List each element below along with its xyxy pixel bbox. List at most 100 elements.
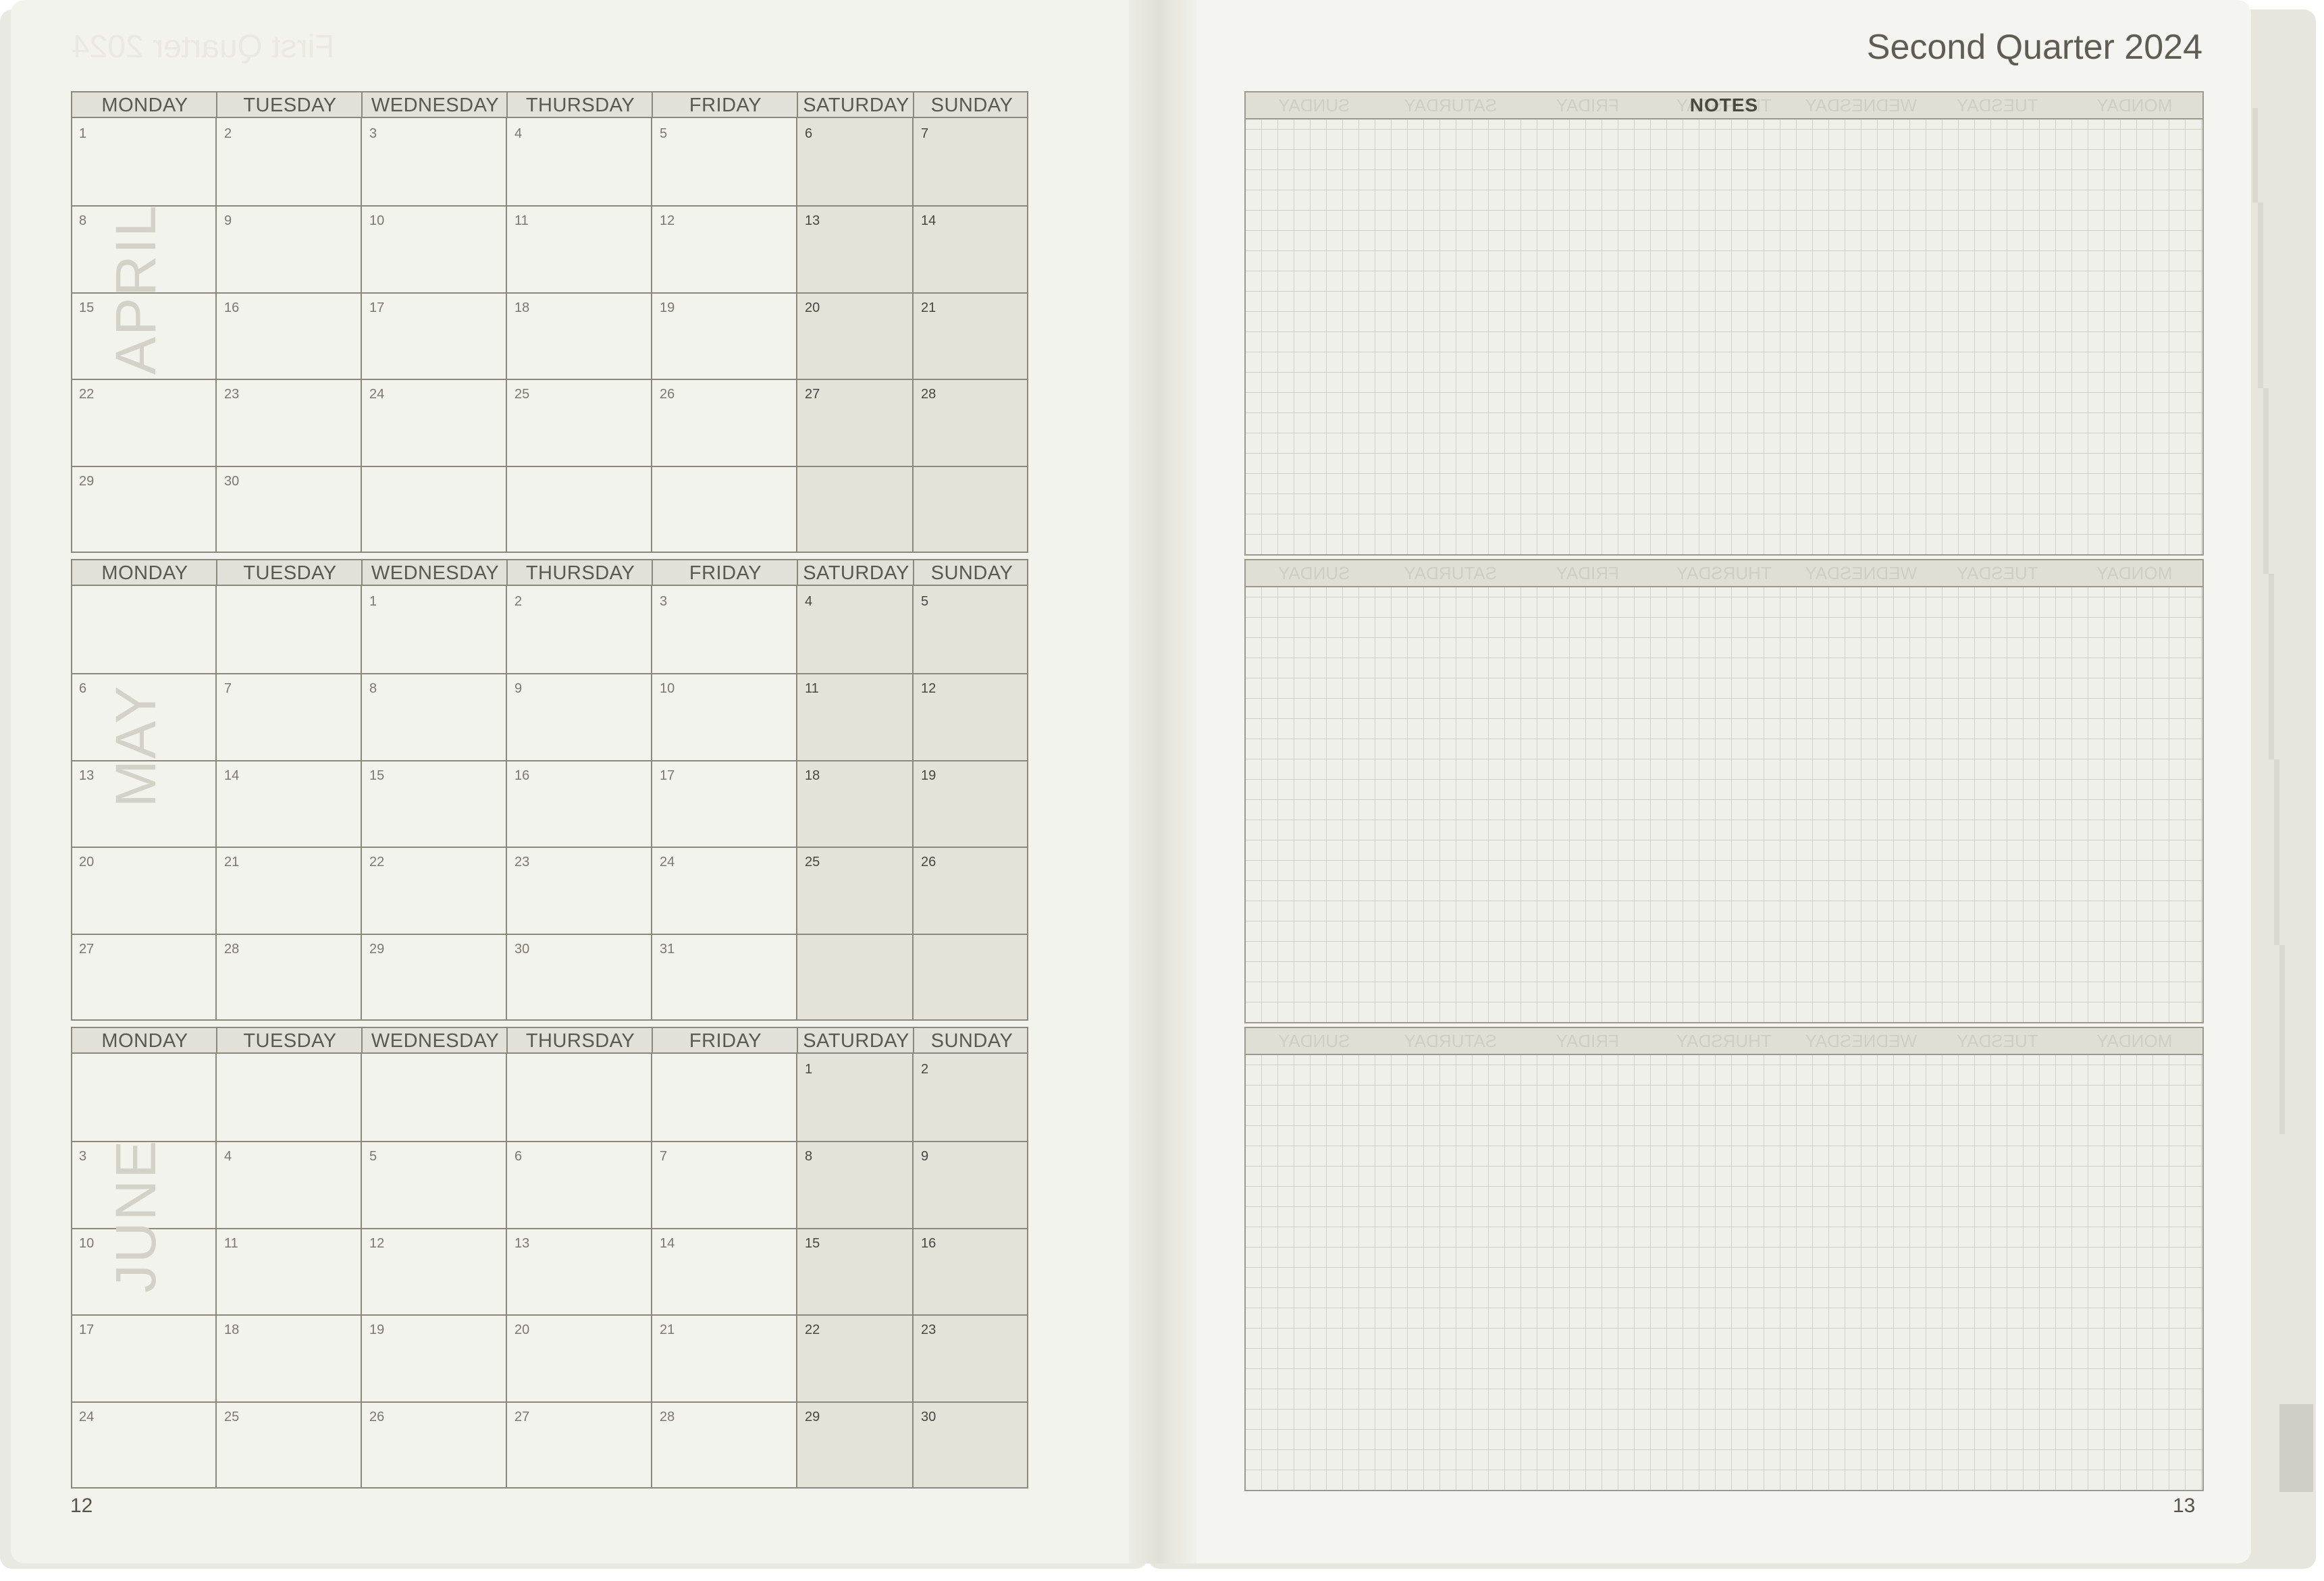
day-number[interactable]: 2 (224, 126, 232, 142)
day-number[interactable]: 17 (79, 1322, 94, 1338)
day-number[interactable]: 24 (79, 1410, 94, 1425)
day-number[interactable]: 14 (921, 213, 936, 229)
index-tab[interactable] (2252, 108, 2258, 203)
day-number[interactable]: 1 (369, 594, 377, 610)
dot-grid[interactable] (1244, 587, 2204, 1023)
day-number[interactable]: 19 (660, 300, 675, 316)
day-number[interactable]: 12 (921, 681, 936, 697)
index-tab[interactable] (2258, 203, 2263, 388)
day-number[interactable]: 19 (369, 1322, 384, 1338)
day-number[interactable]: 27 (79, 942, 94, 957)
day-number[interactable]: 3 (79, 1149, 86, 1164)
day-number[interactable]: 3 (660, 594, 667, 610)
index-tab[interactable] (2269, 574, 2274, 759)
day-number[interactable]: 25 (224, 1410, 239, 1425)
day-number[interactable]: 22 (805, 1322, 820, 1338)
day-number[interactable]: 27 (805, 387, 820, 402)
day-number[interactable]: 9 (921, 1149, 928, 1164)
day-number[interactable]: 8 (369, 681, 377, 697)
index-tab[interactable] (2274, 759, 2279, 945)
day-number[interactable]: 30 (224, 474, 239, 489)
day-number[interactable]: 19 (921, 768, 936, 784)
day-number[interactable]: 28 (660, 1410, 675, 1425)
day-number[interactable]: 21 (921, 300, 936, 316)
day-number[interactable]: 12 (369, 1236, 384, 1252)
day-number[interactable]: 27 (514, 1410, 529, 1425)
day-number[interactable]: 10 (660, 681, 675, 697)
day-number[interactable]: 28 (921, 387, 936, 402)
day-number[interactable]: 16 (224, 300, 239, 316)
day-number[interactable]: 1 (79, 126, 86, 142)
bookmark-ribbon[interactable] (2279, 1404, 2313, 1492)
index-tab[interactable] (2279, 945, 2285, 1134)
day-number[interactable]: 2 (514, 594, 522, 610)
day-number[interactable]: 8 (79, 213, 86, 229)
day-number[interactable]: 2 (921, 1062, 928, 1077)
day-number[interactable]: 5 (921, 594, 928, 610)
dot-grid[interactable] (1244, 1055, 2204, 1491)
day-number[interactable]: 25 (805, 855, 820, 870)
day-number[interactable]: 14 (660, 1236, 675, 1252)
day-number[interactable]: 18 (805, 768, 820, 784)
day-number[interactable]: 21 (224, 855, 239, 870)
day-number[interactable]: 7 (660, 1149, 667, 1164)
day-number[interactable]: 31 (660, 942, 675, 957)
day-number[interactable]: 26 (921, 855, 936, 870)
day-number[interactable]: 5 (660, 126, 667, 142)
index-tab[interactable] (2263, 388, 2269, 574)
day-number[interactable]: 29 (805, 1410, 820, 1425)
day-number[interactable]: 29 (79, 474, 94, 489)
day-number[interactable]: 20 (805, 300, 820, 316)
day-number[interactable]: 20 (79, 855, 94, 870)
notes-panel[interactable]: SUNDAY SATURDAY FRIDAY THURSDAY WEDNESDAY TUE… (1244, 559, 2204, 1023)
day-number[interactable]: 15 (369, 768, 384, 784)
day-number[interactable]: 9 (514, 681, 522, 697)
day-number[interactable]: 23 (921, 1322, 936, 1338)
day-number[interactable]: 28 (224, 942, 239, 957)
dot-grid[interactable] (1244, 119, 2204, 556)
day-number[interactable]: 12 (660, 213, 675, 229)
day-number[interactable]: 18 (514, 300, 529, 316)
day-number[interactable]: 20 (514, 1322, 529, 1338)
day-number[interactable]: 9 (224, 213, 232, 229)
day-number[interactable]: 13 (805, 213, 820, 229)
day-number[interactable]: 10 (79, 1236, 94, 1252)
day-number[interactable]: 30 (514, 942, 529, 957)
day-number[interactable]: 22 (79, 387, 94, 402)
day-number[interactable]: 6 (805, 126, 812, 142)
day-number[interactable]: 4 (514, 126, 522, 142)
day-number[interactable]: 23 (514, 855, 529, 870)
day-number[interactable]: 25 (514, 387, 529, 402)
day-number[interactable]: 4 (224, 1149, 232, 1164)
day-number[interactable]: 16 (921, 1236, 936, 1252)
day-number[interactable]: 11 (805, 681, 819, 697)
day-number[interactable]: 7 (921, 126, 928, 142)
day-number[interactable]: 6 (514, 1149, 522, 1164)
day-number[interactable]: 3 (369, 126, 377, 142)
day-number[interactable]: 13 (79, 768, 94, 784)
day-number[interactable]: 1 (805, 1062, 812, 1077)
day-number[interactable]: 15 (805, 1236, 820, 1252)
day-number[interactable]: 21 (660, 1322, 675, 1338)
day-number[interactable]: 24 (369, 387, 384, 402)
day-number[interactable]: 7 (224, 681, 232, 697)
day-number[interactable]: 17 (660, 768, 675, 784)
day-number[interactable]: 29 (369, 942, 384, 957)
day-number[interactable]: 26 (660, 387, 675, 402)
day-number[interactable]: 11 (514, 213, 529, 229)
day-number[interactable]: 11 (224, 1236, 238, 1252)
day-number[interactable]: 26 (369, 1410, 384, 1425)
notes-panel[interactable]: SUNDAY SATURDAY FRIDAY THURSDAY WEDNESDAY TUE… (1244, 1027, 2204, 1491)
day-number[interactable]: 18 (224, 1322, 239, 1338)
day-number[interactable]: 23 (224, 387, 239, 402)
day-number[interactable]: 17 (369, 300, 384, 316)
day-number[interactable]: 13 (514, 1236, 529, 1252)
day-number[interactable]: 24 (660, 855, 675, 870)
day-number[interactable]: 22 (369, 855, 384, 870)
day-number[interactable]: 5 (369, 1149, 377, 1164)
day-number[interactable]: 6 (79, 681, 86, 697)
day-number[interactable]: 10 (369, 213, 384, 229)
notes-panel[interactable]: SUNDAY SATURDAY FRIDAY THURSDAY WEDNESDAY TUE… (1244, 91, 2204, 556)
day-number[interactable]: 14 (224, 768, 239, 784)
day-number[interactable]: 30 (921, 1410, 936, 1425)
